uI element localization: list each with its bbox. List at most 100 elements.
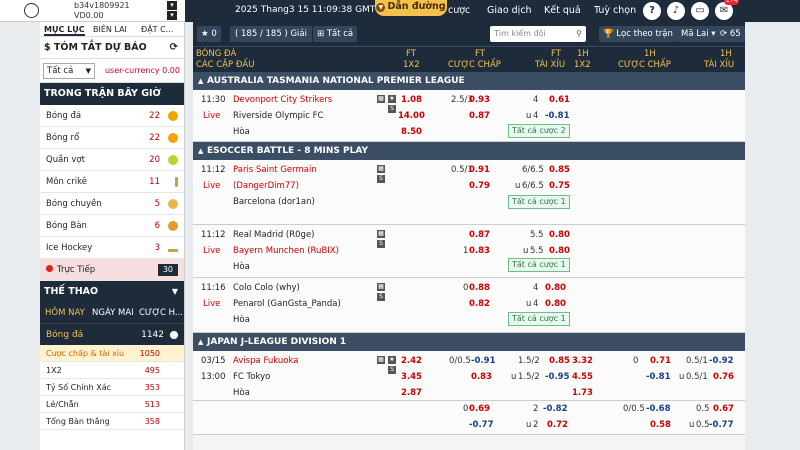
- odds-1x2-away[interactable]: 14.00: [398, 111, 425, 121]
- stream-icon[interactable]: S: [388, 366, 396, 374]
- odds-handicap-away[interactable]: -0.77: [469, 420, 494, 430]
- stats-icon[interactable]: ▦: [377, 165, 385, 173]
- sport-soccer[interactable]: Bóng đá 1142: [40, 323, 184, 345]
- market-odd-even[interactable]: Lẻ/Chẵn 513: [40, 396, 184, 413]
- league-header[interactable]: ▲ JAPAN J-LEAGUE DIVISION 1: [193, 333, 745, 351]
- nav-settings[interactable]: Tuỳ chọn: [594, 5, 636, 16]
- odds-over[interactable]: 0.85: [549, 165, 570, 175]
- nav-bets[interactable]: cược: [448, 5, 470, 16]
- odds-handicap-away[interactable]: 0.83: [469, 246, 490, 256]
- odds-handicap-home[interactable]: 0.91: [469, 165, 490, 175]
- odds-1x2-home[interactable]: 1.08: [401, 95, 422, 105]
- tab-tomorrow[interactable]: NGÀY MAI: [92, 308, 134, 318]
- odds-handicap-home[interactable]: 0.69: [469, 404, 490, 414]
- filter-select[interactable]: Tất cả ▼: [43, 63, 95, 79]
- odds-over[interactable]: -0.82: [543, 404, 568, 414]
- sidebar-item-soccer[interactable]: Bóng đá 22: [40, 105, 184, 127]
- market-1x2[interactable]: 1X2 495: [40, 362, 184, 379]
- odds-format-button[interactable]: Mã Lai ▾: [677, 26, 720, 42]
- odds-1h-1x2-home[interactable]: 3.32: [572, 356, 593, 366]
- guide-button[interactable]: ▼ Dẫn đường: [375, 0, 447, 16]
- sound-icon[interactable]: ♪: [667, 2, 685, 20]
- favorite-icon[interactable]: ★: [388, 95, 396, 103]
- odds-1x2-draw[interactable]: 8.50: [401, 127, 422, 137]
- odds-over[interactable]: 0.61: [549, 95, 570, 105]
- market-handicap-ou[interactable]: Cược chấp & tài xỉu 1050: [40, 345, 184, 362]
- refresh-icon[interactable]: ⟳: [170, 37, 178, 59]
- odds-under[interactable]: 0.80: [549, 246, 570, 256]
- odds-1h-under[interactable]: -0.77: [709, 420, 734, 430]
- odds-1x2-away[interactable]: 3.45: [401, 372, 422, 382]
- refresh-button[interactable]: ⟳ 65: [716, 26, 745, 42]
- tab-bets[interactable]: ĐẶT C...: [141, 25, 173, 34]
- stats-icon[interactable]: ▦: [377, 95, 385, 103]
- odds-over[interactable]: 0.85: [549, 356, 570, 366]
- stats-icon[interactable]: ▦: [377, 230, 385, 238]
- odds-under[interactable]: -0.95: [545, 372, 570, 382]
- league-header[interactable]: ▲ AUSTRALIA TASMANIA NATIONAL PREMIER LEA…: [193, 72, 745, 90]
- all-button[interactable]: ⊞ Tất cả: [313, 26, 358, 42]
- stream-icon[interactable]: S: [377, 293, 385, 301]
- all-bets-button[interactable]: Tất cả cược 1: [508, 258, 570, 272]
- favorite-icon[interactable]: ★: [388, 356, 396, 364]
- odds-handicap-away[interactable]: 0.79: [469, 181, 490, 191]
- odds-under[interactable]: 0.75: [549, 181, 570, 191]
- odds-1h-handicap-away[interactable]: -0.81: [646, 372, 671, 382]
- stream-icon[interactable]: S: [388, 105, 396, 113]
- stream-icon[interactable]: S: [377, 175, 385, 183]
- nav-results[interactable]: Kết quả: [544, 5, 581, 16]
- odds-1h-over[interactable]: 0.67: [713, 404, 734, 414]
- odds-1h-under[interactable]: 0.76: [713, 372, 734, 382]
- odds-handicap-home[interactable]: 0.88: [469, 283, 490, 293]
- odds-1h-handicap-away[interactable]: 0.58: [650, 420, 671, 430]
- market-total-goals[interactable]: Tổng Bàn thắng 358: [40, 413, 184, 430]
- sidebar-item-table-tennis[interactable]: Bóng Bàn 6: [40, 215, 184, 237]
- all-bets-button[interactable]: Tất cả cược 1: [508, 312, 570, 326]
- tab-menu[interactable]: MỤC LỤC: [44, 25, 85, 36]
- odds-1h-1x2-away[interactable]: 4.55: [572, 372, 593, 382]
- tab-today[interactable]: HÔM NAY: [45, 308, 85, 318]
- odds-1x2-draw[interactable]: 2.87: [401, 388, 422, 398]
- odds-under[interactable]: 0.72: [547, 420, 568, 430]
- odds-handicap-home[interactable]: -0.91: [471, 356, 496, 366]
- tab-early[interactable]: CƯỢC H...: [139, 308, 183, 318]
- dropdown-toggle-icon[interactable]: ▾: [167, 1, 177, 10]
- monitor-icon[interactable]: ▭: [691, 2, 709, 20]
- sidebar-item-volleyball[interactable]: Bóng chuyền 5: [40, 193, 184, 215]
- odds-handicap-away[interactable]: 0.82: [469, 299, 490, 309]
- help-icon[interactable]: ?: [643, 2, 661, 20]
- odds-1h-handicap-home[interactable]: 0.71: [650, 356, 671, 366]
- stats-icon[interactable]: ▦: [377, 283, 385, 291]
- league-count[interactable]: ( 185 / 185 ) Giải: [230, 26, 312, 42]
- sidebar-item-cricket[interactable]: Môn crikê 11: [40, 171, 184, 193]
- odds-handicap-away[interactable]: 0.83: [471, 372, 492, 382]
- odds-under[interactable]: 0.80: [545, 299, 566, 309]
- avatar-icon[interactable]: [24, 3, 39, 18]
- market-correct-score[interactable]: Tỷ Số Chính Xác 353: [40, 379, 184, 396]
- all-bets-button[interactable]: Tất cả cược 2: [508, 124, 570, 138]
- sidebar-item-tennis[interactable]: Quần vợt 20: [40, 149, 184, 171]
- odds-handicap-away[interactable]: 0.87: [469, 111, 490, 121]
- stats-icon[interactable]: ▦: [377, 356, 385, 364]
- odds-under[interactable]: -0.81: [545, 111, 570, 121]
- odds-1h-1x2-draw[interactable]: 1.73: [572, 388, 593, 398]
- odds-over[interactable]: 0.80: [549, 230, 570, 240]
- match-filter-button[interactable]: 🏆 Lọc theo trận: [599, 26, 677, 42]
- odds-1h-over[interactable]: -0.92: [709, 356, 734, 366]
- odds-1x2-home[interactable]: 2.42: [401, 356, 422, 366]
- collapse-icon[interactable]: ▾: [167, 11, 177, 20]
- all-bets-button[interactable]: Tất cả cược 1: [508, 195, 570, 209]
- tab-receipts[interactable]: BIÊN LAI: [93, 25, 127, 34]
- stream-icon[interactable]: S: [377, 240, 385, 248]
- favorites-button[interactable]: ★ 0: [197, 26, 221, 42]
- nav-transactions[interactable]: Giao dịch: [487, 5, 532, 16]
- chevron-down-icon[interactable]: ▼: [172, 281, 178, 303]
- odds-handicap-home[interactable]: 0.93: [469, 95, 490, 105]
- odds-handicap-home[interactable]: 0.87: [469, 230, 490, 240]
- odds-1h-handicap-home[interactable]: -0.68: [646, 404, 671, 414]
- league-header[interactable]: ▲ ESOCCER BATTLE - 8 MINS PLAY: [193, 142, 745, 160]
- sidebar-item-ice-hockey[interactable]: Ice Hockey 3: [40, 237, 184, 259]
- odds-over[interactable]: 0.80: [545, 283, 566, 293]
- sidebar-item-basketball[interactable]: Bóng rổ 22: [40, 127, 184, 149]
- team-search-input[interactable]: Tìm kiếm đội ⚲: [490, 26, 586, 42]
